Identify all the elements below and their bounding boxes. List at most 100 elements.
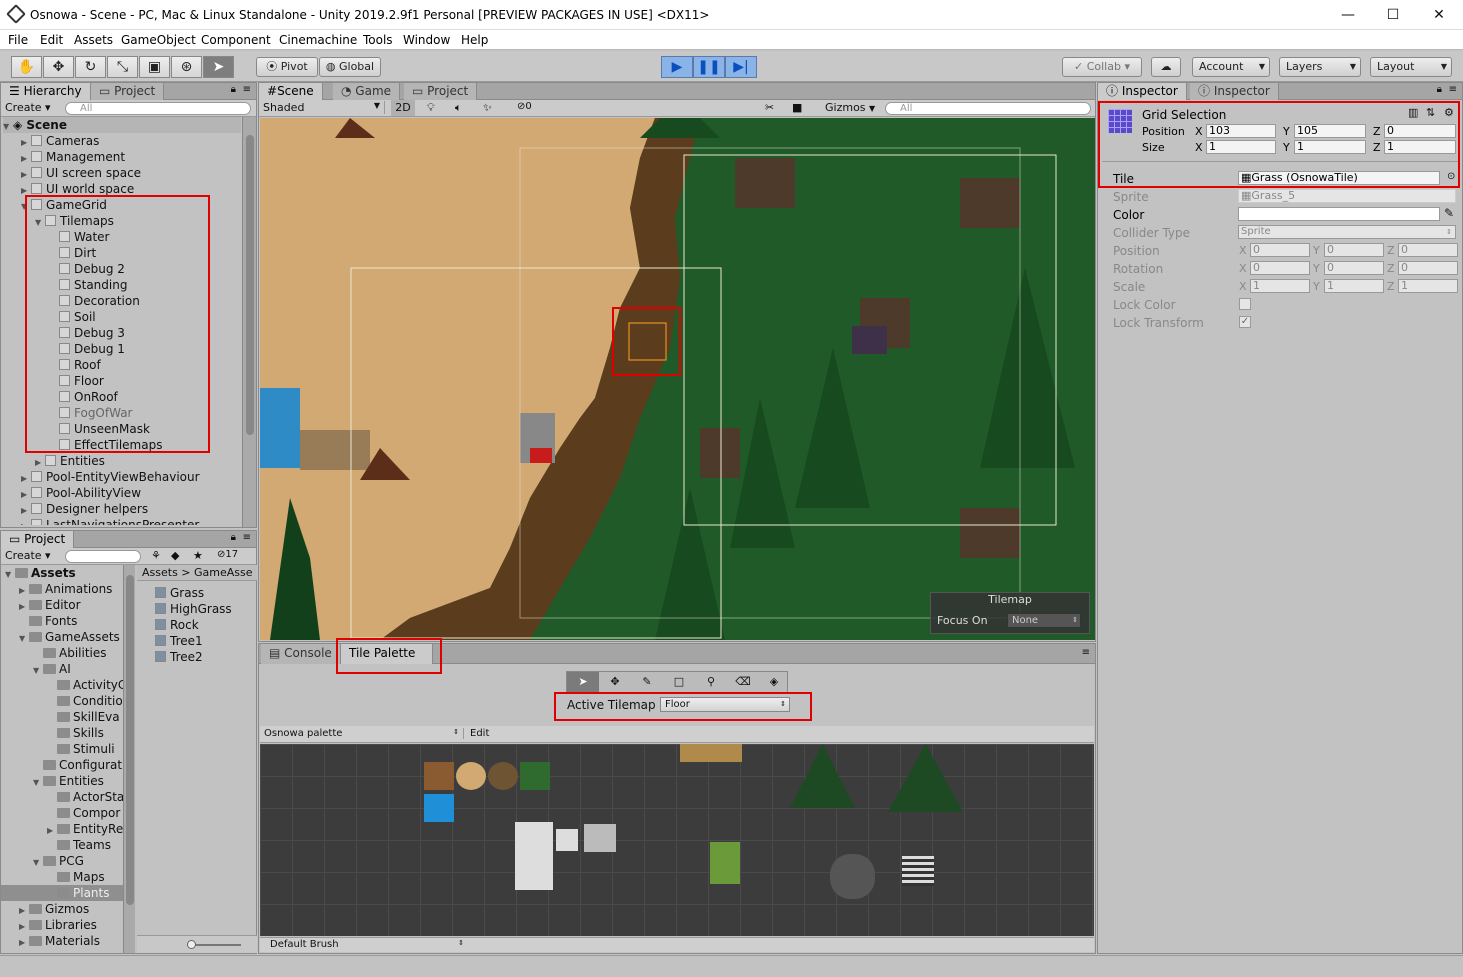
menu-edit[interactable]: Edit [40, 33, 63, 47]
help-book-icon[interactable]: ▥ [1408, 106, 1418, 119]
lighting-icon[interactable]: 💡︎ [427, 101, 435, 115]
menu-file[interactable]: File [8, 33, 28, 47]
project-folder-item[interactable]: ▶ Materials [1, 933, 123, 949]
size-y-field[interactable]: 1 [1294, 140, 1366, 154]
project-file-item[interactable]: Rock [155, 617, 255, 633]
project-folder-item[interactable]: ▼ AI [1, 661, 123, 677]
preset-icon[interactable]: ⇅ [1426, 106, 1435, 119]
hierarchy-item[interactable]: ▶ Designer helpers [1, 501, 241, 517]
hierarchy-item[interactable]: Water [1, 229, 241, 245]
palette-tile-water[interactable] [424, 794, 454, 822]
project-folder-item[interactable]: Configurat [1, 757, 123, 773]
create-button[interactable]: Create ▾ [5, 101, 51, 114]
project-folder-item[interactable]: Stimuli [1, 741, 123, 757]
panel-menu-icon[interactable]: ≡ [1449, 84, 1457, 95]
palette-tile-tree2[interactable] [888, 744, 963, 812]
hierarchy-item[interactable]: Debug 2 [1, 261, 241, 277]
project-breadcrumb[interactable]: Assets > GameAsse [137, 565, 257, 581]
hierarchy-item[interactable]: UnseenMask [1, 421, 241, 437]
panel-menu-icon[interactable]: ≡ [1082, 647, 1090, 658]
hierarchy-item[interactable]: ▶ UI screen space [1, 165, 241, 181]
project-folder-item[interactable]: ActivityC [1, 677, 123, 693]
menu-window[interactable]: Window [403, 33, 450, 47]
scene-root-row[interactable]: ▼ ◈ Scene [3, 117, 241, 133]
box-fill-icon[interactable]: □ [663, 672, 695, 692]
lock-icon[interactable]: 🔒︎ [231, 84, 236, 95]
hierarchy-item[interactable]: ▶ Pool-EntityViewBehaviour [1, 469, 241, 485]
project-folder-item[interactable]: SkillEva [1, 709, 123, 725]
account-dropdown[interactable]: Account ▼ [1192, 57, 1270, 77]
tab-hierarchy[interactable]: ☰ Hierarchy [1, 83, 91, 100]
palette-tile-grass[interactable] [520, 762, 550, 790]
tab-inspector-2[interactable]: ⓘ Inspector [1190, 83, 1279, 100]
filter-type-icon[interactable]: ⚘ [151, 549, 161, 562]
filter-label-icon[interactable]: ◆ [171, 549, 179, 562]
hierarchy-item[interactable]: ▶ Pool-AbilityView [1, 485, 241, 501]
rotate-tool-icon[interactable]: ↻ [75, 56, 106, 78]
project-folder-item[interactable]: Maps [1, 869, 123, 885]
project-folder-item[interactable]: ▼ Assets [1, 565, 123, 581]
select-tool-icon[interactable]: ➤ [567, 672, 599, 692]
palette-dropdown[interactable]: Osnowa palette ⇕ [264, 728, 464, 739]
size-z-field[interactable]: 1 [1384, 140, 1456, 154]
hierarchy-item[interactable]: Debug 3 [1, 325, 241, 341]
project-folder-item[interactable]: Skills [1, 725, 123, 741]
project-file-item[interactable]: Tree1 [155, 633, 255, 649]
2d-toggle[interactable]: 2D [391, 100, 415, 116]
shading-mode-dropdown[interactable]: Shaded ▼ [263, 101, 385, 114]
edit-palette-button[interactable]: Edit [470, 728, 489, 739]
project-folder-item[interactable]: ▼ PCG [1, 853, 123, 869]
hierarchy-item[interactable]: FogOfWar [1, 405, 241, 421]
expand-arrow-icon[interactable]: ▶ [21, 519, 31, 525]
project-folder-item[interactable]: ActorSta [1, 789, 123, 805]
play-button[interactable]: ▶ [661, 56, 693, 78]
eyedropper-icon[interactable]: ✎ [1444, 206, 1454, 220]
lock-icon[interactable]: 🔒︎ [231, 532, 236, 543]
tile-object-field[interactable]: ▦Grass (OsnowaTile) [1238, 171, 1440, 185]
hierarchy-search-input[interactable]: All [65, 102, 251, 115]
collapse-arrow-icon[interactable]: ▼ [21, 199, 31, 215]
global-toggle[interactable]: ◍ Global [319, 57, 381, 77]
project-folder-item[interactable]: Teams [1, 837, 123, 853]
hierarchy-item[interactable]: Floor [1, 373, 241, 389]
pause-button[interactable]: ❚❚ [693, 56, 725, 78]
pos-x-field[interactable]: 103 [1206, 124, 1276, 138]
tab-project[interactable]: ▭ Project [91, 83, 165, 100]
tab-tile-palette[interactable]: Tile Palette [341, 644, 433, 664]
move-tool-icon[interactable]: ✥ [599, 672, 631, 692]
project-folder-item[interactable]: Abilities [1, 645, 123, 661]
hierarchy-item[interactable]: ▶ Entities [1, 453, 241, 469]
tools-icon[interactable]: ✂ [765, 101, 774, 114]
project-folder-item[interactable]: ▶ EntityRe [1, 821, 123, 837]
hierarchy-item[interactable]: Soil [1, 309, 241, 325]
hierarchy-item[interactable]: ▶ Management [1, 149, 241, 165]
scale-tool-icon[interactable]: ⤡ [107, 56, 138, 78]
custom-tool-icon[interactable]: ➤ [203, 56, 234, 78]
expand-arrow-icon[interactable]: ▶ [19, 935, 29, 951]
maximize-button[interactable]: ☐ [1370, 0, 1416, 30]
minimize-button[interactable]: — [1325, 0, 1371, 30]
object-picker-icon[interactable]: ⊙ [1447, 171, 1455, 182]
menu-tools[interactable]: Tools [363, 33, 393, 47]
hand-tool-icon[interactable]: ✋ [11, 56, 42, 78]
menu-component[interactable]: Component [201, 33, 271, 47]
project-folder-item[interactable]: ▶ Gizmos [1, 901, 123, 917]
hierarchy-item[interactable]: ▼ GameGrid [1, 197, 241, 213]
palette-tile-sand[interactable] [456, 762, 486, 790]
tab-scene[interactable]: #Scene [259, 83, 323, 100]
tab-game[interactable]: ◔ Game [333, 83, 401, 100]
focus-on-dropdown[interactable]: None ⇕ [1007, 613, 1081, 628]
brush-dropdown[interactable]: Default Brush ⇕ [270, 939, 464, 950]
settings-gear-icon[interactable]: ⚙ [1444, 106, 1454, 119]
scene-viewport[interactable]: Tilemap Focus On None ⇕ [260, 118, 1095, 640]
panel-menu-icon[interactable]: ≡ [243, 532, 251, 543]
palette-tile-tree1[interactable] [790, 744, 855, 808]
pivot-toggle[interactable]: ⦿ Pivot [256, 57, 318, 77]
hidden-objects-toggle[interactable]: ⊘0 [517, 101, 532, 112]
close-button[interactable]: ✕ [1416, 0, 1462, 30]
menu-assets[interactable]: Assets [74, 33, 113, 47]
scrollbar-thumb[interactable] [126, 575, 134, 905]
project-folder-item[interactable]: ▼ GameAssets [1, 629, 123, 645]
project-folder-item[interactable]: Fonts [1, 613, 123, 629]
collapse-arrow-icon[interactable]: ▼ [35, 215, 45, 231]
